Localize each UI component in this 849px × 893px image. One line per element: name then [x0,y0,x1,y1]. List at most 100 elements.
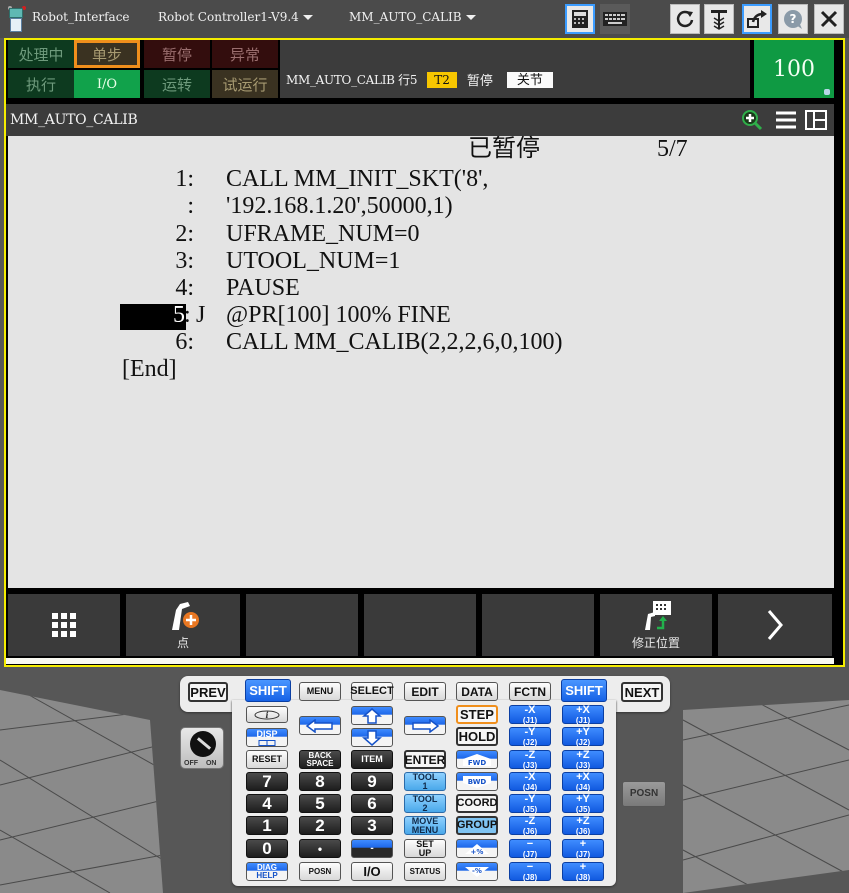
key-0[interactable]: 0 [246,839,288,858]
key-jog-plus-j6[interactable]: +Z (J6) [562,815,604,835]
key-3[interactable]: 3 [351,816,393,835]
line-code: UTOOL_NUM=1 [226,248,401,274]
key-arrow-up[interactable] [351,706,393,725]
status-program-line: MM_AUTO_CALIB 行5 [286,73,418,87]
key-io[interactable]: I/O [351,862,393,881]
key-speed-down[interactable]: -% [456,862,498,881]
key-jog-minus-j1[interactable]: -X (J1) [509,704,551,724]
key-9[interactable]: 9 [351,772,393,791]
status-info-bar: MM_AUTO_CALIB 行5 T2 暂停 关节 [280,40,750,98]
key-jog-plus-j5[interactable]: +Y (J5) [562,793,604,813]
key-8[interactable]: 8 [299,772,341,791]
key-tool1[interactable]: TOOL 1 [404,772,446,791]
key-jog-minus-j8[interactable]: − (J8) [509,861,551,882]
key-7[interactable]: 7 [246,772,288,791]
key-data[interactable]: DATA [456,682,498,701]
key-posn-side[interactable]: POSN [622,781,666,807]
key-arrow-down[interactable] [351,728,393,747]
keyboard-button[interactable] [600,4,630,34]
controller-selector[interactable]: Robot Controller1-V9.4 [158,10,313,24]
key-jog-plus-j2[interactable]: +Y (J2) [562,726,604,747]
split-view-icon[interactable] [804,108,828,132]
key-info[interactable]: i [246,706,288,723]
key-menu[interactable]: MENU [299,682,341,701]
key-dot[interactable]: • [299,839,341,858]
jog-axis: +Z [576,748,590,761]
fkey-5[interactable] [482,594,594,656]
key-jog-minus-j2[interactable]: -Y (J2) [509,726,551,746]
enable-switch[interactable]: OFF ON [180,727,224,769]
status-hold: 暂停 [144,40,210,68]
key-speed-up[interactable]: +% [456,839,498,858]
key-backspace[interactable]: BACK SPACE [299,750,341,769]
key-group[interactable]: GROUP [456,816,498,835]
menu-icon[interactable] [774,108,798,132]
key-move-menu[interactable]: MOVE MENU [404,816,446,835]
arrow-up-icon [362,707,382,724]
key-jog-plus-j4[interactable]: +X (J4) [562,771,604,791]
key-disp[interactable]: DISP [246,728,288,747]
help-button[interactable]: ? [778,4,808,34]
key-step[interactable]: STEP [456,705,498,724]
key-jog-minus-j4[interactable]: -X (J4) [509,771,551,791]
key-4[interactable]: 4 [246,794,288,813]
fkey-3[interactable] [246,594,358,656]
speed-override[interactable]: 100 [754,40,834,98]
key-item[interactable]: ITEM [351,750,393,769]
fkey-point[interactable]: 点 [126,594,240,656]
key-5[interactable]: 5 [299,794,341,813]
key-jog-minus-j6[interactable]: -Z (J6) [509,815,551,835]
key-status[interactable]: STATUS [404,862,446,881]
key-jog-plus-j1[interactable]: +X (J1) [562,704,604,724]
floor-grid-left [0,690,163,893]
key-jog-plus-j7[interactable]: + (J7) [562,838,604,858]
key-jog-plus-j3[interactable]: +Z (J3) [562,748,604,769]
key-6[interactable]: 6 [351,794,393,813]
jog-axis: − [526,837,534,850]
key-jog-minus-j7[interactable]: − (J7) [509,837,551,858]
key-setup[interactable]: SET UP [404,839,446,858]
key-next[interactable]: NEXT [621,682,663,702]
refresh-button[interactable] [670,4,700,34]
key-shift-right[interactable]: SHIFT [561,679,607,702]
key-jog-minus-j5[interactable]: -Y (J5) [509,793,551,813]
fkey-menu[interactable] [8,594,120,656]
key-posn[interactable]: POSN [299,862,341,881]
zoom-in-icon[interactable] [740,108,764,132]
key-jog-minus-j3[interactable]: -Z (J3) [509,749,551,769]
key-1[interactable]: 1 [246,816,288,835]
arrow-right-icon [412,718,440,733]
close-button[interactable] [814,4,844,34]
key-arrow-left[interactable] [299,716,341,735]
key-coord[interactable]: COORD [456,794,498,813]
key-2[interactable]: 2 [299,816,341,835]
fkey-touchup[interactable]: 修正位置 [600,594,712,656]
key-arrow-right[interactable] [404,716,446,735]
key-shift-left[interactable]: SHIFT [245,679,291,702]
key-enter[interactable]: ENTER [404,750,446,769]
key-edit[interactable]: EDIT [404,682,446,701]
key-tool2[interactable]: TOOL 2 [404,794,446,813]
key-hold[interactable]: HOLD [456,727,498,746]
robot-ground-button[interactable] [704,4,734,34]
key-select[interactable]: SELECT [350,682,394,701]
teach-pendant-view-button[interactable] [565,4,595,34]
program-end-marker[interactable]: [End] [122,356,177,383]
key-prev[interactable]: PREV [188,682,228,702]
svg-text:+%: +% [471,848,484,856]
key-diag-help[interactable]: DIAG HELP [246,862,288,881]
export-button[interactable] [742,4,772,34]
key-fwd[interactable]: FWD [456,750,498,769]
key-jog-plus-j8[interactable]: + (J8) [562,861,604,881]
fkey-next-page[interactable] [718,594,832,656]
program-selector[interactable]: MM_AUTO_CALIB [349,10,476,24]
line-code: CALL MM_CALIB(2,2,2,6,0,100) [226,329,563,355]
key-minus[interactable]: - [351,839,393,858]
jog-joint: (J8) [522,872,538,882]
key-reset[interactable]: RESET [246,750,288,769]
jog-joint: (J2) [575,737,591,747]
floor-grid-right [683,700,849,893]
key-fctn[interactable]: FCTN [509,682,551,701]
key-bwd[interactable]: BWD [456,772,498,791]
fkey-4[interactable] [364,594,476,656]
